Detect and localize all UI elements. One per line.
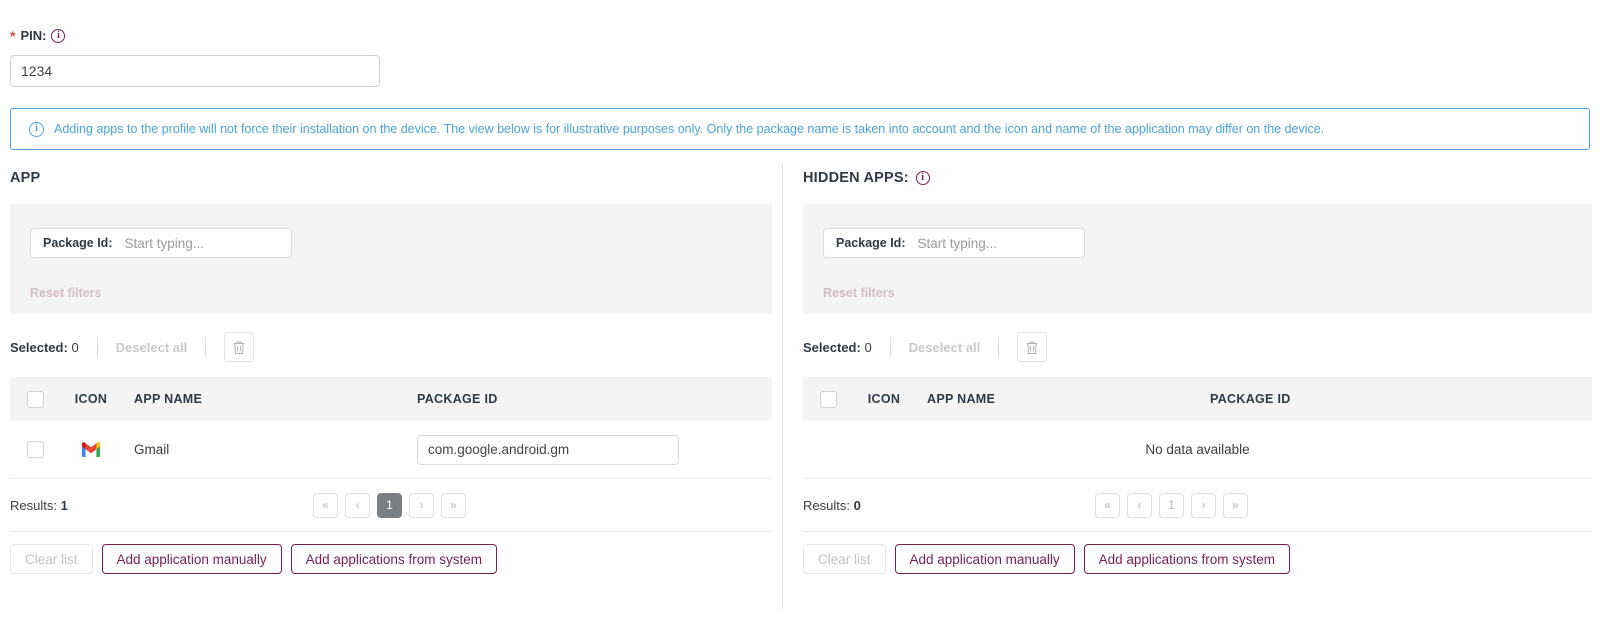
column-divider [782, 163, 783, 609]
column-header-package-id: PACKAGE ID [417, 392, 498, 406]
info-banner-text: Adding apps to the profile will not forc… [54, 122, 1325, 136]
package-id-filter-input[interactable] [915, 234, 1066, 252]
column-header-app-name: APP NAME [927, 392, 996, 406]
page-number-button[interactable]: 1 [377, 492, 402, 518]
column-header-app-name: APP NAME [134, 392, 203, 406]
divider [998, 337, 1000, 357]
hidden-apps-section-label: HIDDEN APPS: [803, 170, 909, 186]
divider [96, 337, 98, 357]
app-configuration-page: * PIN: i i Adding apps to the profile wi… [0, 0, 1600, 637]
page-title-app: APP [10, 170, 40, 186]
filter-label: Package Id: [43, 236, 113, 250]
pagination-app: Results: 1 « ‹ 1 › » [10, 479, 772, 531]
pagination-hidden-apps: Results: 0 « ‹ 1 › » [803, 479, 1592, 531]
empty-state-message: No data available [803, 421, 1592, 479]
table-header-row: ICON APP NAME PACKAGE ID [803, 377, 1592, 421]
deselect-all-button[interactable]: Deselect all [116, 340, 188, 355]
table-row: Gmail [10, 421, 772, 479]
page-first-button[interactable]: « [1095, 492, 1120, 518]
page-last-button[interactable]: » [1223, 492, 1248, 518]
package-id-input[interactable] [417, 434, 679, 465]
column-header-package-id: PACKAGE ID [1210, 392, 1291, 406]
results-count: Results: 1 [10, 498, 68, 513]
table-header-row: ICON APP NAME PACKAGE ID [10, 377, 772, 421]
row-checkbox[interactable] [10, 441, 60, 458]
selected-label: Selected: [803, 339, 861, 355]
selected-label: Selected: [10, 339, 68, 355]
add-application-manually-button[interactable]: Add application manually [894, 544, 1075, 574]
pin-label-text: PIN: [20, 28, 47, 43]
results-value: 1 [60, 497, 68, 513]
reset-filters-link[interactable]: Reset filters [823, 286, 895, 300]
results-label: Results: [803, 497, 850, 513]
divider [889, 337, 891, 357]
selected-count: Selected: 0 [10, 340, 79, 355]
info-circle-icon: i [29, 121, 44, 137]
cell-package-id [417, 434, 772, 465]
results-count: Results: 0 [803, 498, 861, 513]
pagination-controls: « ‹ 1 › » [313, 492, 466, 518]
footer-actions-hidden-apps: Clear list Add application manually Add … [803, 531, 1592, 574]
app-table: ICON APP NAME PACKAGE ID Gmail [10, 377, 772, 479]
page-number-button[interactable]: 1 [1159, 492, 1184, 518]
filter-card-app: Package Id: Reset filters [10, 204, 772, 314]
package-id-filter-input[interactable] [122, 234, 273, 252]
package-id-filter-app[interactable]: Package Id: [30, 228, 292, 258]
app-section-label: APP [10, 170, 41, 186]
required-asterisk: * [10, 27, 16, 44]
reset-filters-link[interactable]: Reset filters [30, 286, 102, 300]
package-id-filter-hidden-apps[interactable]: Package Id: [823, 228, 1085, 258]
results-value: 0 [853, 497, 861, 513]
selection-bar-app: Selected: 0 Deselect all [10, 329, 772, 365]
info-circle-icon[interactable]: i [51, 28, 66, 43]
info-circle-icon[interactable]: i [915, 171, 930, 185]
selection-bar-hidden-apps: Selected: 0 Deselect all [803, 329, 1592, 365]
column-header-icon: ICON [74, 392, 108, 406]
clear-list-button[interactable]: Clear list [803, 544, 886, 574]
filter-card-hidden-apps: Package Id: Reset filters [803, 204, 1592, 314]
cell-app-name: Gmail [134, 442, 170, 457]
page-first-button[interactable]: « [313, 492, 338, 518]
pin-label: * PIN: i [10, 27, 66, 44]
page-prev-button[interactable]: ‹ [345, 492, 370, 518]
page-title-hidden-apps: HIDDEN APPS: i [803, 170, 930, 186]
hidden-apps-table: ICON APP NAME PACKAGE ID No data availab… [803, 377, 1592, 479]
add-applications-from-system-button[interactable]: Add applications from system [290, 544, 497, 574]
add-application-manually-button[interactable]: Add application manually [101, 544, 282, 574]
add-applications-from-system-button[interactable]: Add applications from system [1083, 544, 1290, 574]
hidden-apps-panel: Package Id: Reset filters Selected: 0 De… [803, 204, 1592, 574]
page-prev-button[interactable]: ‹ [1127, 492, 1152, 518]
select-all-checkbox[interactable] [10, 390, 60, 408]
selected-value: 0 [71, 339, 79, 355]
app-panel: Package Id: Reset filters Selected: 0 De… [10, 204, 772, 574]
selected-value: 0 [864, 339, 872, 355]
page-next-button[interactable]: › [1191, 492, 1216, 518]
pin-input[interactable] [10, 55, 380, 87]
results-label: Results: [10, 497, 57, 513]
info-banner: i Adding apps to the profile will not fo… [10, 108, 1590, 150]
clear-list-button[interactable]: Clear list [10, 544, 93, 574]
divider [205, 337, 207, 357]
pagination-controls: « ‹ 1 › » [1095, 492, 1248, 518]
selected-count: Selected: 0 [803, 340, 872, 355]
deselect-all-button[interactable]: Deselect all [909, 340, 981, 355]
page-last-button[interactable]: » [441, 492, 466, 518]
footer-actions-app: Clear list Add application manually Add … [10, 531, 772, 574]
select-all-checkbox[interactable] [803, 390, 853, 408]
filter-label: Package Id: [836, 236, 906, 250]
column-header-icon: ICON [867, 392, 901, 406]
gmail-icon [60, 441, 122, 458]
trash-icon[interactable] [1017, 332, 1048, 362]
trash-icon[interactable] [224, 332, 255, 362]
page-next-button[interactable]: › [409, 492, 434, 518]
